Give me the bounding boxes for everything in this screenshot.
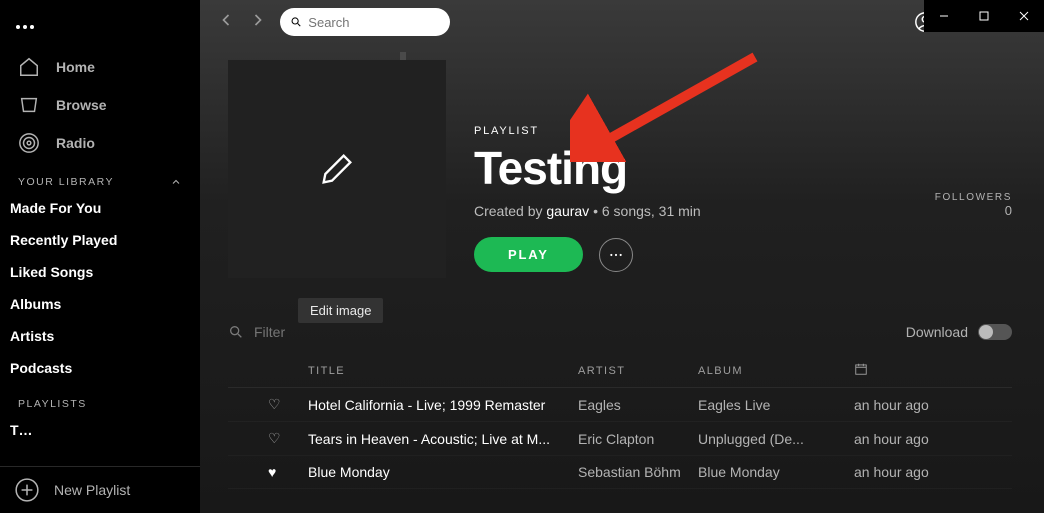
like-button[interactable]: ♡ bbox=[268, 396, 308, 413]
track-artist[interactable]: Eagles bbox=[578, 397, 698, 413]
sidebar-library-item[interactable]: Liked Songs bbox=[0, 256, 200, 288]
track-album[interactable]: Eagles Live bbox=[698, 397, 854, 413]
home-icon bbox=[18, 56, 40, 78]
filter-input[interactable] bbox=[254, 324, 394, 340]
toggle-switch[interactable] bbox=[978, 324, 1012, 340]
library-header: YOUR LIBRARY bbox=[0, 162, 200, 192]
table-row[interactable]: ♥Blue MondaySebastian BöhmBlue Mondayan … bbox=[228, 456, 1012, 489]
track-artist[interactable]: Sebastian Böhm bbox=[578, 464, 698, 480]
track-added: an hour ago bbox=[854, 464, 988, 480]
more-menu-button[interactable] bbox=[0, 12, 200, 42]
track-added: an hour ago bbox=[854, 397, 988, 413]
plus-circle-icon bbox=[14, 477, 40, 503]
track-artist[interactable]: Eric Clapton bbox=[578, 431, 698, 447]
nav-browse-label: Browse bbox=[56, 97, 107, 113]
like-button[interactable]: ♥ bbox=[268, 464, 308, 480]
like-button[interactable]: ♡ bbox=[268, 430, 308, 447]
sidebar-library-item[interactable]: Recently Played bbox=[0, 224, 200, 256]
nav-radio-label: Radio bbox=[56, 135, 95, 151]
nav-radio[interactable]: Radio bbox=[0, 124, 200, 162]
playlists-header: PLAYLISTS bbox=[0, 384, 200, 414]
sidebar-library-item[interactable]: Albums bbox=[0, 288, 200, 320]
nav-browse[interactable]: Browse bbox=[0, 86, 200, 124]
new-playlist-label: New Playlist bbox=[54, 482, 130, 498]
minimize-button[interactable] bbox=[924, 0, 964, 32]
playlist-title[interactable]: Testing bbox=[474, 141, 701, 195]
back-button[interactable] bbox=[216, 10, 236, 35]
table-header: TITLE ARTIST ALBUM bbox=[228, 354, 1012, 388]
forward-button[interactable] bbox=[248, 10, 268, 35]
sidebar-library-item[interactable]: Podcasts bbox=[0, 352, 200, 384]
track-title: Blue Monday bbox=[308, 464, 578, 480]
table-row[interactable]: ♡Tears in Heaven - Acoustic; Live at M..… bbox=[228, 422, 1012, 456]
close-button[interactable] bbox=[1004, 0, 1044, 32]
col-date[interactable] bbox=[854, 362, 988, 379]
search-input-wrapper[interactable] bbox=[280, 8, 450, 36]
download-toggle[interactable]: Download bbox=[906, 324, 1012, 340]
table-row[interactable]: ♡Hotel California - Live; 1999 RemasterE… bbox=[228, 388, 1012, 422]
calendar-icon bbox=[854, 362, 868, 376]
main-view: gaurav Edit image PLAYLIST Testi bbox=[200, 0, 1044, 513]
sidebar-playlist-item[interactable]: T… bbox=[0, 414, 200, 446]
new-playlist-button[interactable]: New Playlist bbox=[0, 466, 200, 513]
maximize-button[interactable] bbox=[964, 0, 1004, 32]
followers-count: FOLLOWERS 0 bbox=[935, 192, 1012, 218]
sidebar-library-item[interactable]: Artists bbox=[0, 320, 200, 352]
playlist-byline: Created by gaurav • 6 songs, 31 min bbox=[474, 203, 701, 219]
nav-home-label: Home bbox=[56, 59, 95, 75]
nav-home[interactable]: Home bbox=[0, 48, 200, 86]
track-title: Tears in Heaven - Acoustic; Live at M... bbox=[308, 431, 578, 447]
playlist-owner[interactable]: gaurav bbox=[546, 203, 589, 219]
edit-image-tooltip: Edit image bbox=[298, 298, 383, 323]
track-added: an hour ago bbox=[854, 431, 988, 447]
filter-wrapper[interactable] bbox=[228, 324, 394, 340]
track-album[interactable]: Blue Monday bbox=[698, 464, 854, 480]
search-icon bbox=[290, 15, 302, 29]
track-album[interactable]: Unplugged (De... bbox=[698, 431, 854, 447]
window-controls bbox=[924, 0, 1044, 32]
context-menu-button[interactable] bbox=[599, 238, 633, 272]
search-icon bbox=[228, 324, 244, 340]
edit-image-overlay[interactable] bbox=[228, 60, 446, 278]
ellipsis-icon bbox=[608, 247, 624, 263]
playlist-cover[interactable] bbox=[228, 60, 446, 278]
play-button[interactable]: PLAY bbox=[474, 237, 583, 272]
search-input[interactable] bbox=[308, 15, 440, 30]
pencil-icon bbox=[317, 149, 357, 189]
sidebar: Home Browse Radio YOUR LIBRARY Made For … bbox=[0, 0, 200, 513]
col-album[interactable]: ALBUM bbox=[698, 365, 854, 377]
chevron-up-icon[interactable] bbox=[170, 176, 182, 188]
col-title[interactable]: TITLE bbox=[308, 365, 578, 377]
col-artist[interactable]: ARTIST bbox=[578, 365, 698, 377]
track-title: Hotel California - Live; 1999 Remaster bbox=[308, 397, 578, 413]
tracks-table: TITLE ARTIST ALBUM ♡Hotel California - L… bbox=[228, 354, 1012, 489]
topbar: gaurav bbox=[200, 0, 1044, 44]
entity-kind: PLAYLIST bbox=[474, 125, 701, 137]
browse-icon bbox=[18, 94, 40, 116]
sidebar-library-item[interactable]: Made For You bbox=[0, 192, 200, 224]
radio-icon bbox=[18, 132, 40, 154]
